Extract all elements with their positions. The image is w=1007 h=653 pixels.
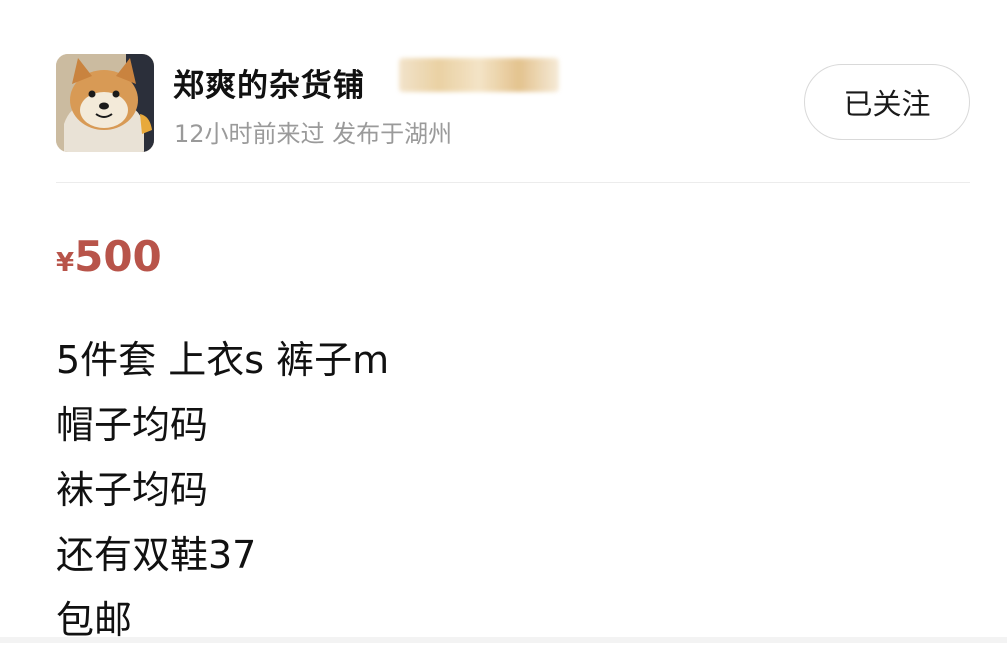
- seller-avatar[interactable]: [56, 54, 154, 152]
- description-line: 包邮: [56, 598, 133, 642]
- description-line: 袜子均码: [56, 468, 209, 512]
- bottom-edge: [0, 637, 1007, 643]
- description-line: 还有双鞋37: [56, 533, 257, 577]
- description-line: 帽子均码: [56, 403, 209, 447]
- price: ¥500: [56, 232, 162, 281]
- seller-meta: 12小时前来过 发布于湖州: [174, 120, 453, 148]
- price-symbol: ¥: [56, 248, 75, 278]
- seller-name[interactable]: 郑爽的杂货铺: [173, 60, 365, 105]
- seller-badge-blurred: [399, 58, 559, 92]
- divider: [56, 182, 970, 183]
- follow-button[interactable]: 已关注: [804, 64, 970, 140]
- seller-header: 郑爽的杂货铺 12小时前来过 发布于湖州 已关注: [56, 54, 970, 152]
- shiba-dog-avatar-icon: [56, 54, 154, 152]
- description-line: 5件套 上衣s 裤子m: [56, 338, 390, 382]
- item-description: 5件套 上衣s 裤子m 帽子均码 袜子均码 还有双鞋37 包邮: [56, 328, 956, 653]
- price-value: 500: [74, 232, 162, 281]
